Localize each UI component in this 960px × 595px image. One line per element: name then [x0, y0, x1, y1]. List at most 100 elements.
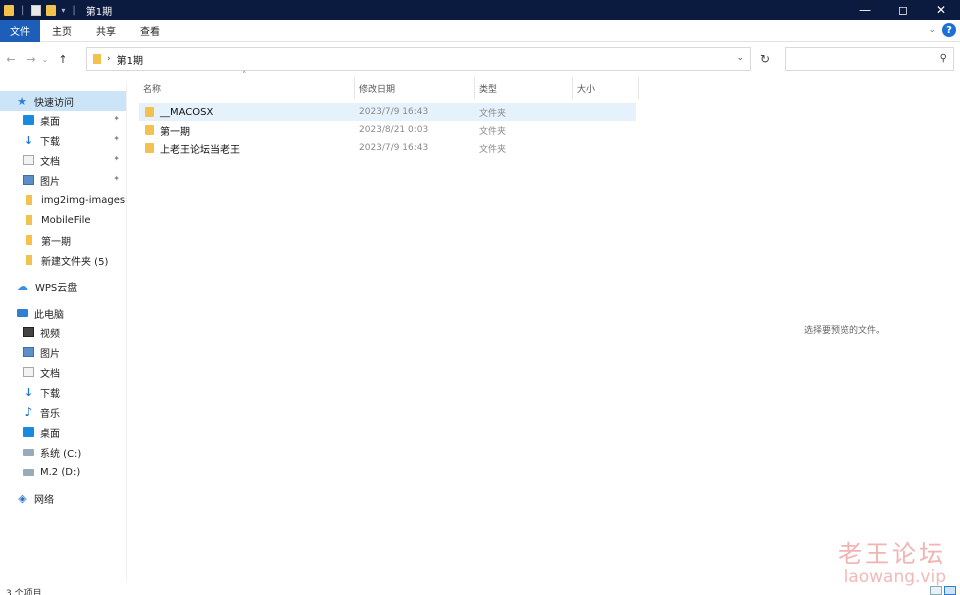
breadcrumb-separator-icon[interactable]: ›: [107, 54, 111, 64]
status-item-count: 3 个项目: [6, 589, 42, 595]
pictures-icon: [23, 175, 34, 185]
pin-icon[interactable]: ✦: [113, 114, 120, 123]
up-arrow-icon[interactable]: ↑: [56, 53, 70, 66]
minimize-button[interactable]: —: [846, 0, 884, 20]
tab-view[interactable]: 查看: [128, 20, 172, 42]
toolbar-divider: |: [21, 4, 25, 16]
file-type: 文件夹: [479, 108, 507, 119]
pin-icon[interactable]: ✦: [113, 134, 120, 143]
nav-label: 网络: [34, 494, 54, 506]
nav-item-videos[interactable]: 视频: [0, 322, 126, 342]
nav-label: 音乐: [40, 408, 60, 420]
maximize-button[interactable]: ◻: [884, 0, 922, 20]
cloud-icon: ☁: [17, 279, 28, 293]
window-title: 第1期: [85, 6, 113, 18]
breadcrumb-current[interactable]: 第1期: [117, 52, 143, 67]
nav-item-downloads[interactable]: ↓ 下载 ✦: [0, 130, 126, 150]
watermark-title: 老王论坛: [838, 540, 946, 568]
nav-label: img2img-images: [41, 194, 126, 206]
nav-item-music[interactable]: ♪ 音乐: [0, 402, 126, 422]
folder-icon: [26, 195, 32, 205]
nav-item-img2img-images[interactable]: img2img-images: [0, 190, 126, 210]
search-input[interactable]: ⚲: [785, 47, 954, 71]
file-date: 2023/7/9 16:43: [359, 143, 429, 153]
nav-item-first-issue[interactable]: 第一期: [0, 230, 126, 250]
watermark: 老王论坛 laowang.vip: [838, 534, 946, 587]
nav-label: MobileFile: [41, 214, 91, 226]
close-button[interactable]: ✕: [922, 0, 960, 20]
expand-ribbon-chevron-icon[interactable]: ⌄: [928, 25, 936, 35]
nav-quick-access[interactable]: ★ 快速访问: [0, 91, 126, 111]
nav-label: 图片: [40, 176, 60, 188]
address-bar[interactable]: › 第1期 ⌄: [86, 47, 751, 71]
nav-item-pc-documents[interactable]: 文档: [0, 362, 126, 382]
file-name: __MACOSX: [160, 106, 214, 118]
download-icon: ↓: [23, 385, 34, 399]
nav-item-drive-d[interactable]: M.2 (D:): [0, 462, 126, 482]
back-arrow-icon[interactable]: ←: [4, 53, 18, 66]
folder-icon: [26, 255, 32, 265]
view-toggle: [930, 586, 956, 595]
file-type: 文件夹: [479, 126, 507, 137]
column-header-name[interactable]: 名称: [139, 77, 355, 99]
file-row[interactable]: 上老王论坛当老王 2023/7/9 16:43 文件夹: [139, 139, 636, 157]
details-view-icon[interactable]: [930, 586, 942, 595]
refresh-icon[interactable]: ↻: [754, 47, 776, 71]
column-header-date[interactable]: 修改日期: [355, 77, 475, 99]
recent-locations-chevron-icon[interactable]: ⌄: [38, 55, 52, 64]
tab-home[interactable]: 主页: [40, 20, 84, 42]
star-icon: ★: [17, 94, 27, 108]
navigation-pane: ★ 快速访问 桌面 ✦ ↓ 下载 ✦ 文档 ✦ 图片 ✦ img2img-ima…: [0, 82, 127, 582]
nav-item-drive-c[interactable]: 系统 (C:): [0, 442, 126, 462]
nav-label: 新建文件夹 (5): [41, 256, 109, 268]
nav-network[interactable]: ◈ 网络: [0, 488, 126, 508]
folder-icon: [145, 125, 154, 135]
nav-label: 第一期: [41, 236, 71, 248]
file-name: 上老王论坛当老王: [160, 144, 240, 156]
tab-share[interactable]: 共享: [84, 20, 128, 42]
desktop-icon: [23, 427, 34, 437]
nav-item-pc-downloads[interactable]: ↓ 下载: [0, 382, 126, 402]
column-header-size[interactable]: 大小: [573, 77, 639, 99]
desktop-icon: [23, 115, 34, 125]
file-row[interactable]: 第一期 2023/8/21 0:03 文件夹: [139, 121, 636, 139]
nav-label: 快速访问: [34, 97, 74, 109]
nav-item-pc-pictures[interactable]: 图片: [0, 342, 126, 362]
nav-label: 桌面: [40, 116, 60, 128]
nav-item-documents[interactable]: 文档 ✦: [0, 150, 126, 170]
file-type: 文件夹: [479, 144, 507, 155]
download-icon: ↓: [23, 133, 34, 147]
nav-label: 此电脑: [34, 309, 64, 321]
forward-arrow-icon[interactable]: →: [24, 53, 38, 66]
address-row: ← → ⌄ ↑ › 第1期 ⌄ ↻ ⚲: [0, 43, 960, 75]
tab-file[interactable]: 文件: [0, 19, 40, 42]
folder-icon: [145, 143, 154, 153]
column-header-type[interactable]: 类型: [475, 77, 573, 99]
nav-label: 系统 (C:): [40, 448, 82, 460]
address-dropdown-chevron-icon[interactable]: ⌄: [736, 53, 744, 63]
preview-message: 选择要预览的文件。: [804, 326, 886, 336]
nav-this-pc[interactable]: 此电脑: [0, 303, 126, 323]
ribbon-tabs: 文件 主页 共享 查看 ⌄ ?: [0, 19, 960, 42]
nav-item-pictures[interactable]: 图片 ✦: [0, 170, 126, 190]
nav-label: 下载: [40, 136, 60, 148]
nav-label: 视频: [40, 328, 60, 340]
toolbar-divider: |: [72, 4, 76, 16]
file-row[interactable]: __MACOSX 2023/7/9 16:43 文件夹: [139, 103, 636, 121]
nav-item-desktop[interactable]: 桌面 ✦: [0, 110, 126, 130]
title-bar: | ▾ | 第1期 — ◻ ✕: [0, 0, 960, 20]
customize-toolbar-chevron-icon[interactable]: ▾: [61, 6, 65, 15]
new-folder-icon[interactable]: [46, 4, 57, 16]
nav-item-pc-desktop[interactable]: 桌面: [0, 422, 126, 442]
properties-icon[interactable]: [31, 4, 42, 16]
large-icons-view-icon[interactable]: [944, 586, 956, 595]
pin-icon[interactable]: ✦: [113, 154, 120, 163]
watermark-url: laowang.vip: [843, 567, 946, 587]
video-icon: [23, 327, 34, 337]
nav-item-mobilefile[interactable]: MobileFile: [0, 210, 126, 230]
music-icon: ♪: [24, 405, 33, 419]
nav-item-new-folder-5[interactable]: 新建文件夹 (5): [0, 250, 126, 270]
help-icon[interactable]: ?: [942, 23, 956, 37]
nav-wps-cloud[interactable]: ☁ WPS云盘: [0, 276, 126, 296]
pin-icon[interactable]: ✦: [113, 174, 120, 183]
